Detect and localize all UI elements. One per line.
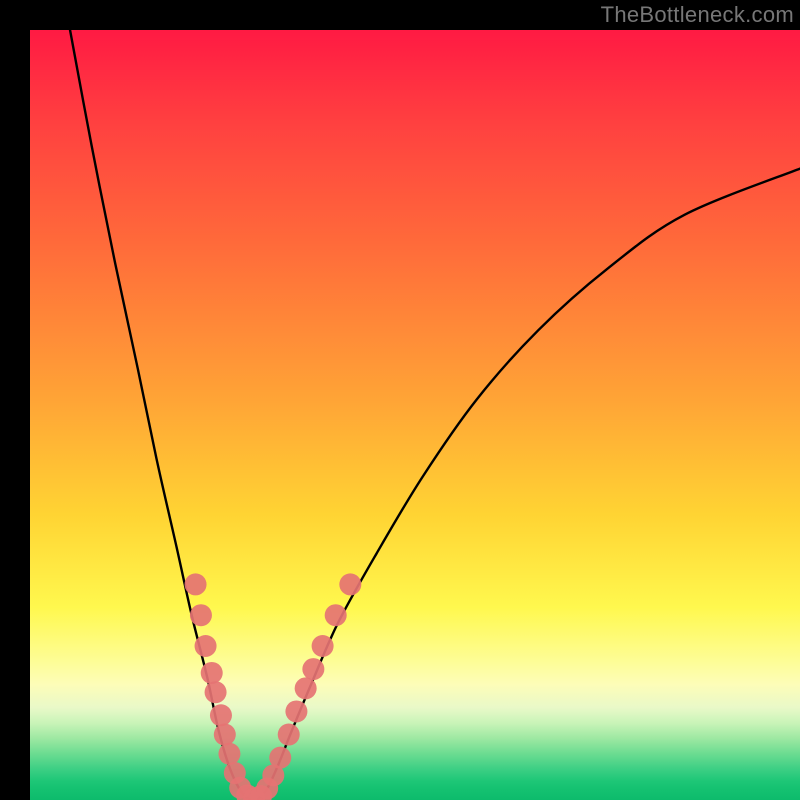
plot-area [30, 30, 800, 800]
data-point [285, 700, 307, 722]
data-point [278, 724, 300, 746]
data-point [325, 604, 347, 626]
data-point [195, 635, 217, 657]
data-point [190, 604, 212, 626]
watermark-text: TheBottleneck.com [601, 2, 794, 28]
data-point [201, 662, 223, 684]
v-curve [70, 30, 800, 800]
data-point [339, 573, 361, 595]
curve-path [70, 30, 800, 800]
chart-frame: TheBottleneck.com [0, 0, 800, 800]
data-point [210, 704, 232, 726]
data-point [185, 573, 207, 595]
data-point [295, 677, 317, 699]
scatter-dots [185, 573, 362, 800]
chart-svg [30, 30, 800, 800]
data-point [218, 743, 240, 765]
data-point [214, 724, 236, 746]
data-point [205, 681, 227, 703]
data-point [269, 747, 291, 769]
data-point [302, 658, 324, 680]
data-point [312, 635, 334, 657]
